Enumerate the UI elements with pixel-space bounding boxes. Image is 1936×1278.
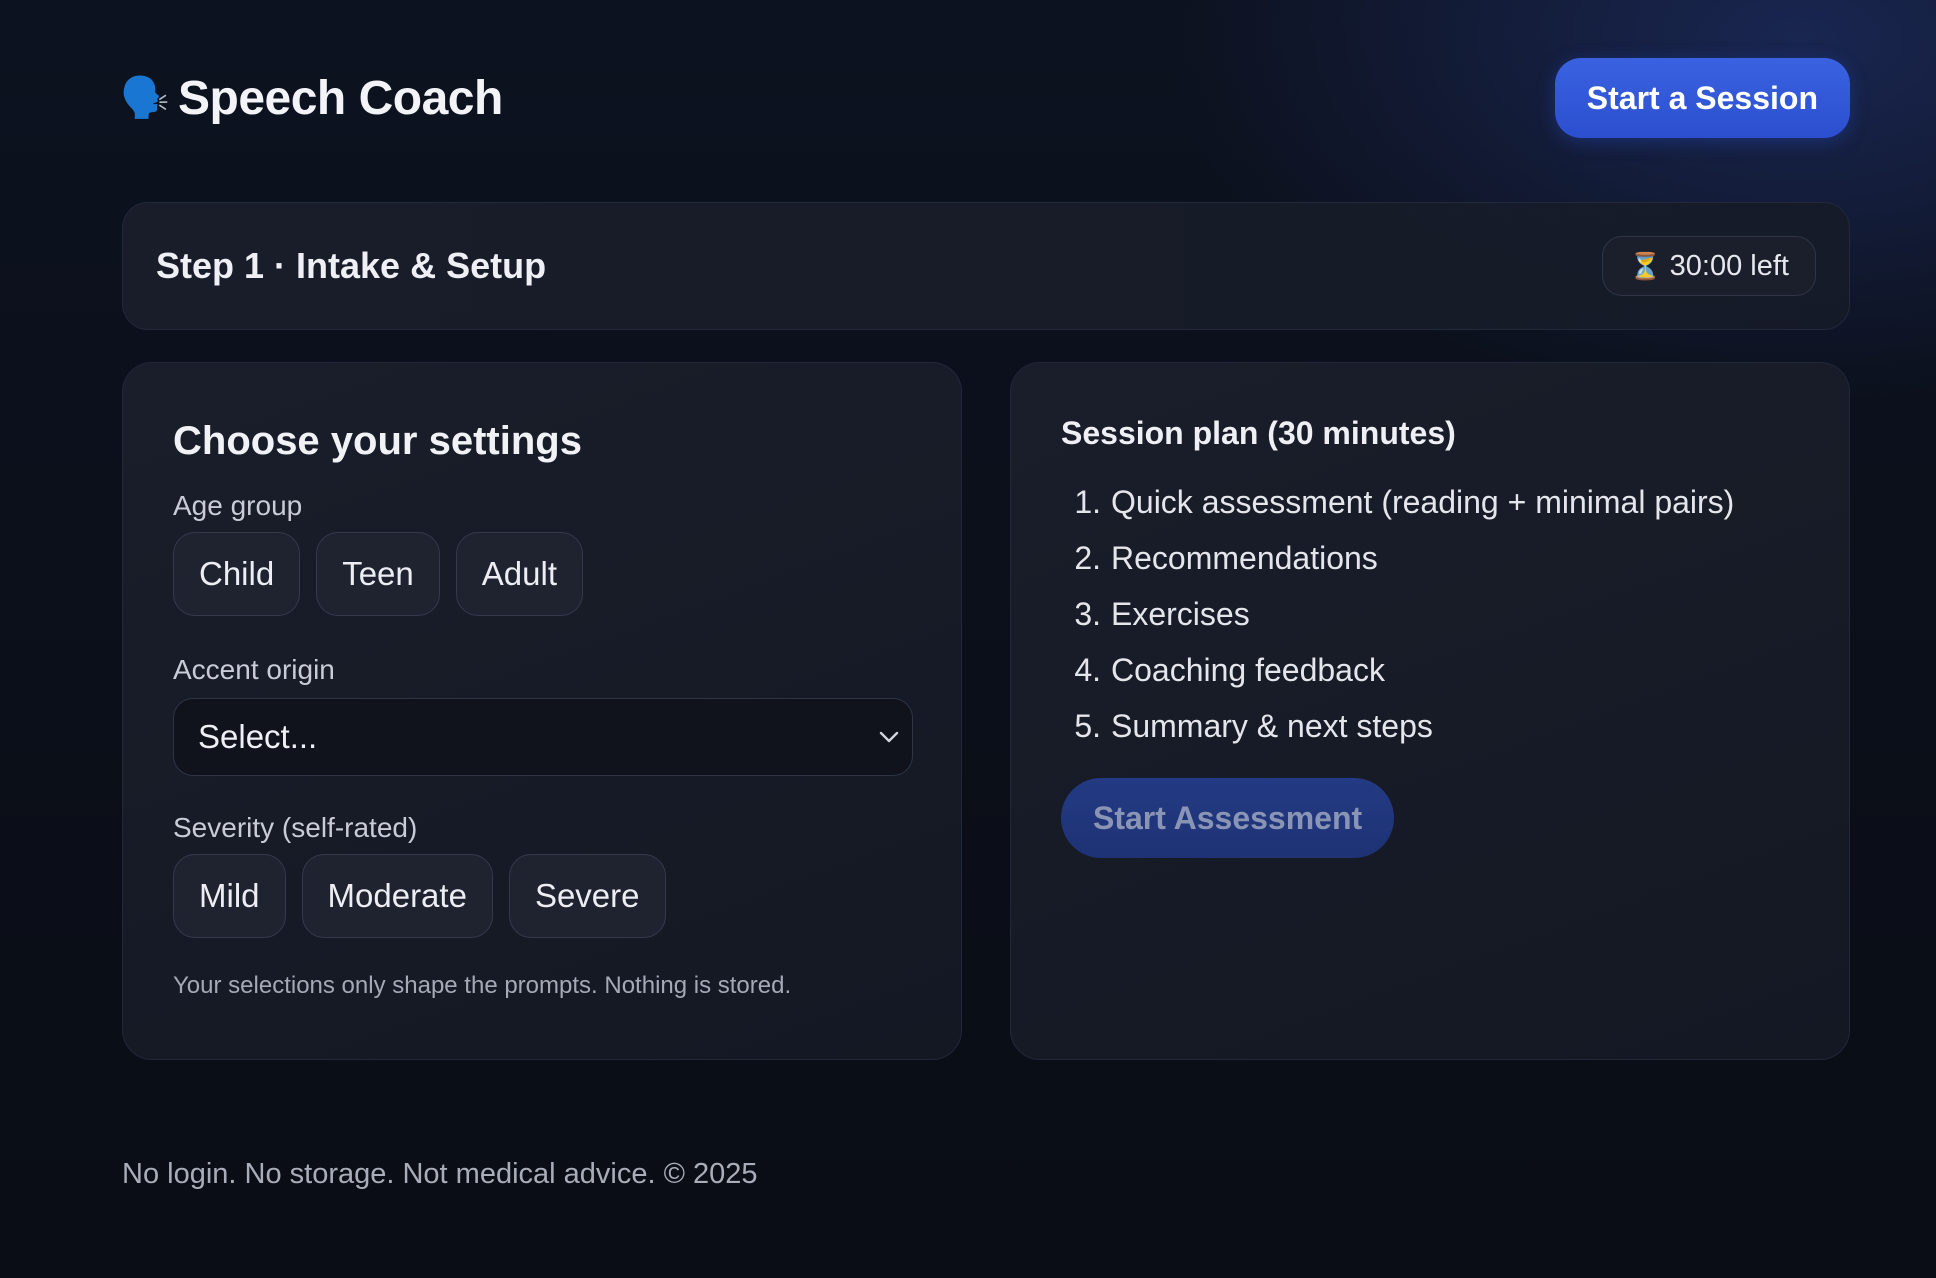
plan-steps: 1. Quick assessment (reading + minimal pa… (1061, 474, 1799, 754)
severity-option-mild[interactable]: Mild (173, 854, 286, 938)
settings-title: Choose your settings (173, 419, 582, 463)
speaking-head-icon: 🗣️ (120, 76, 170, 120)
footer-text: No login. No storage. Not medical advice… (122, 1158, 758, 1190)
accent-origin-value: Select... (198, 718, 318, 755)
list-item: 3. Exercises (1074, 595, 1250, 632)
list-item: 5. Summary & next steps (1074, 707, 1433, 744)
accent-origin-select[interactable]: Select... (173, 698, 913, 776)
severity-option-severe[interactable]: Severe (508, 854, 666, 938)
list-item: 2. Recommendations (1074, 539, 1378, 576)
step-title: Step 1 · Intake & Setup (156, 245, 547, 286)
timer-badge: ⏳ 30:00 left (1602, 236, 1816, 296)
app-title: Speech Coach (178, 71, 503, 125)
settings-panel: Choose your settings Age group Child Tee… (122, 362, 962, 1060)
list-item: 4. Coaching feedback (1074, 651, 1385, 688)
age-group-label: Age group (173, 490, 303, 521)
list-item: 1. Quick assessment (reading + minimal pa… (1074, 483, 1735, 520)
start-session-button[interactable]: Start a Session (1554, 58, 1850, 138)
timer-text: 30:00 left (1669, 249, 1789, 282)
age-option-teen[interactable]: Teen (316, 532, 440, 616)
chevron-down-icon (878, 724, 900, 750)
severity-label: Severity (self-rated) (173, 812, 418, 843)
step-bar: Step 1 · Intake & Setup ⏳ 30:00 left (122, 202, 1850, 330)
age-group-options: Child Teen Adult (173, 532, 911, 616)
start-assessment-button[interactable]: Start Assessment (1061, 778, 1395, 858)
severity-options: Mild Moderate Severe (173, 854, 911, 938)
age-option-adult[interactable]: Adult (455, 532, 583, 616)
plan-title: Session plan (30 minutes) (1061, 415, 1456, 451)
hourglass-icon: ⏳ (1629, 250, 1662, 281)
severity-option-moderate[interactable]: Moderate (301, 854, 493, 938)
privacy-note: Your selections only shape the prompts. … (173, 972, 792, 999)
app-header: 🗣️ Speech Coach Start a Session (120, 58, 1850, 138)
brand: 🗣️ Speech Coach (120, 71, 503, 126)
session-plan-panel: Session plan (30 minutes) 1. Quick assess… (1010, 362, 1850, 1060)
age-option-child[interactable]: Child (173, 532, 301, 616)
accent-origin-label: Accent origin (173, 654, 335, 685)
